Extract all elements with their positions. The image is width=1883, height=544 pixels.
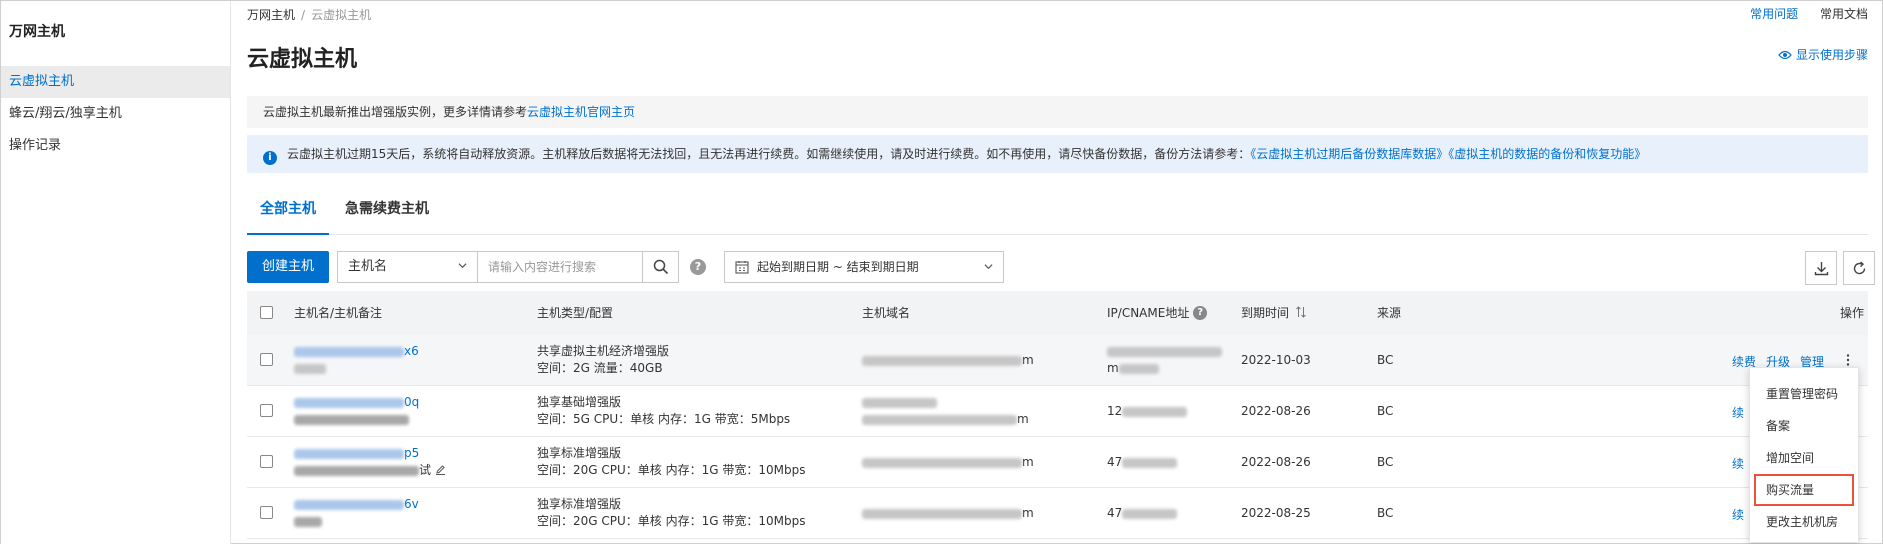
row-checkbox[interactable]	[260, 506, 273, 519]
sidebar-item-operation-log[interactable]: 操作记录	[1, 130, 230, 162]
host-ip: 47	[1107, 455, 1178, 469]
th-source: 来源	[1377, 306, 1402, 320]
docs-link[interactable]: 常用文档	[1820, 7, 1868, 21]
menu-item-buy-traffic[interactable]: 购买流量	[1754, 474, 1854, 506]
tab-all-hosts[interactable]: 全部主机	[247, 191, 329, 235]
show-steps-link[interactable]: 显示使用步骤	[1778, 46, 1868, 63]
notice-text: 云虚拟主机最新推出增强版实例，更多详情请参考	[263, 105, 528, 119]
sidebar-item-dedicated-host[interactable]: 蜂云/翔云/独享主机	[1, 98, 230, 130]
edit-icon[interactable]	[435, 464, 446, 475]
host-type: 独享基础增强版 空间：5G CPU：单核 内存：1G 带宽：5Mbps	[537, 395, 791, 426]
th-domain: 主机域名	[862, 306, 911, 320]
tabs: 全部主机 急需续费主机	[247, 191, 1868, 235]
source: BC	[1377, 353, 1394, 367]
source: BC	[1377, 506, 1394, 520]
tab-urgent-renewal[interactable]: 急需续费主机	[345, 191, 429, 235]
chevron-down-icon	[984, 264, 993, 270]
expire-date: 2022-08-26	[1241, 455, 1311, 469]
refresh-icon	[1853, 261, 1866, 275]
select-all-checkbox[interactable]	[260, 306, 273, 319]
menu-item-reset-password[interactable]: 重置管理密码	[1750, 378, 1858, 410]
info-text: 云虚拟主机过期15天后，系统将自动释放资源。主机释放后数据将无法找回，且无法再进…	[287, 147, 1251, 161]
expire-date: 2022-08-26	[1241, 404, 1311, 418]
filter-select[interactable]: 主机名	[337, 251, 477, 283]
top-links: 常用问题 常用文档	[1732, 5, 1868, 22]
sidebar-item-cloud-virtual-host[interactable]: 云虚拟主机	[1, 66, 230, 98]
expire-date: 2022-08-25	[1241, 506, 1311, 520]
host-type: 独享标准增强版 空间：20G CPU：单核 内存：1G 带宽：10Mbps	[537, 497, 806, 528]
host-domain: m	[862, 506, 1034, 520]
table-row: x6 共享虚拟主机经济增强版 空间：2G 流量：40GB m m 2022-10-…	[247, 335, 1868, 386]
table-row: 6v 独享标准增强版 空间：20G CPU：单核 内存：1G 带宽：10Mbps …	[247, 488, 1868, 539]
show-steps-label: 显示使用步骤	[1795, 48, 1868, 62]
create-host-button[interactable]: 创建主机	[247, 251, 329, 283]
row-checkbox[interactable]	[260, 455, 273, 468]
row-checkbox[interactable]	[260, 404, 273, 417]
search-button[interactable]	[643, 251, 679, 283]
host-ip: 12	[1107, 404, 1188, 418]
ip-help-icon[interactable]: ?	[1193, 305, 1208, 320]
sidebar-title: 万网主机	[9, 24, 65, 40]
source: BC	[1377, 455, 1394, 469]
host-name[interactable]: 6v	[294, 496, 419, 530]
th-ip-label: IP/CNAME地址	[1107, 306, 1190, 320]
date-range-picker[interactable]: 起始到期日期 ~ 结束到期日期	[724, 251, 1004, 283]
info-link-backup-restore[interactable]: 《虚拟主机的数据的备份和恢复功能》	[1448, 147, 1646, 161]
info-bar: i 云虚拟主机过期15天后，系统将自动释放资源。主机释放后数据将无法找回，且无法再…	[247, 135, 1868, 173]
th-type: 主机类型/配置	[537, 306, 614, 320]
chevron-down-icon	[458, 263, 467, 269]
host-name[interactable]: x6	[294, 343, 419, 377]
th-name: 主机名/主机备注	[294, 306, 383, 320]
th-ip: IP/CNAME地址?	[1107, 291, 1208, 335]
search-icon	[653, 259, 669, 275]
calendar-icon	[735, 261, 749, 274]
notice-link[interactable]: 云虚拟主机官网主页	[527, 105, 635, 119]
host-ip: 47	[1107, 506, 1178, 520]
notice-bar: 云虚拟主机最新推出增强版实例，更多详情请参考云虚拟主机官网主页	[247, 96, 1868, 128]
breadcrumb-current: 云虚拟主机	[311, 8, 372, 22]
host-type: 独享标准增强版 空间：20G CPU：单核 内存：1G 带宽：10Mbps	[537, 446, 806, 477]
page-title: 云虚拟主机	[247, 47, 358, 72]
table-header: 主机名/主机备注 主机类型/配置 主机域名 IP/CNAME地址? 到期时间 来…	[247, 291, 1868, 335]
host-ip: m	[1107, 343, 1222, 377]
filter-select-value: 主机名	[348, 259, 388, 274]
breadcrumb: 万网主机 / 云虚拟主机	[247, 8, 372, 22]
host-name[interactable]: p5 试	[294, 445, 446, 479]
breadcrumb-root[interactable]: 万网主机	[247, 8, 295, 22]
host-name[interactable]: 0q	[294, 394, 419, 428]
search-input[interactable]: 请输入内容进行搜索	[477, 251, 643, 283]
download-button[interactable]	[1805, 251, 1837, 285]
row-checkbox[interactable]	[260, 353, 273, 366]
table-row: 0q 独享基础增强版 空间：5G CPU：单核 内存：1G 带宽：5Mbps m …	[247, 386, 1868, 437]
faq-link[interactable]: 常用问题	[1750, 7, 1798, 21]
sort-icon	[1296, 306, 1306, 318]
expire-date: 2022-10-03	[1241, 353, 1311, 367]
host-type: 共享虚拟主机经济增强版 空间：2G 流量：40GB	[537, 344, 670, 375]
info-link-backup-db[interactable]: 《云虚拟主机过期后备份数据库数据》	[1250, 147, 1448, 161]
refresh-button[interactable]	[1843, 251, 1875, 285]
renew-link[interactable]: 续	[1732, 508, 1744, 522]
th-action: 操作	[1840, 306, 1865, 320]
date-range-value: 起始到期日期 ~ 结束到期日期	[757, 260, 919, 274]
th-expire-label: 到期时间	[1241, 306, 1290, 320]
menu-item-add-space[interactable]: 增加空间	[1750, 442, 1858, 474]
table-row: p5 试 独享标准增强版 空间：20G CPU：单核 内存：1G 带宽：10Mbps…	[247, 437, 1868, 488]
host-domain: m	[862, 394, 1029, 428]
menu-item-change-datacenter[interactable]: 更改主机机房	[1750, 506, 1858, 538]
more-vertical-icon[interactable]	[1841, 353, 1855, 367]
more-actions-menu: 重置管理密码 备案 增加空间 购买流量 更改主机机房	[1749, 367, 1859, 543]
renew-link[interactable]: 续	[1732, 406, 1744, 420]
download-icon	[1814, 262, 1829, 276]
help-icon[interactable]: ?	[690, 259, 706, 275]
host-domain: m	[862, 353, 1034, 367]
main-content: 万网主机 / 云虚拟主机 常用问题 常用文档 云虚拟主机 显示使用步骤 云虚拟主机最…	[232, 1, 1882, 544]
host-domain: m	[862, 455, 1034, 469]
eye-icon	[1778, 50, 1792, 60]
renew-link[interactable]: 续	[1732, 457, 1744, 471]
source: BC	[1377, 404, 1394, 418]
th-expire[interactable]: 到期时间	[1241, 291, 1307, 335]
info-icon: i	[263, 151, 277, 165]
menu-item-filing[interactable]: 备案	[1750, 410, 1858, 442]
sidebar: 万网主机 云虚拟主机 蜂云/翔云/独享主机 操作记录	[1, 1, 231, 544]
